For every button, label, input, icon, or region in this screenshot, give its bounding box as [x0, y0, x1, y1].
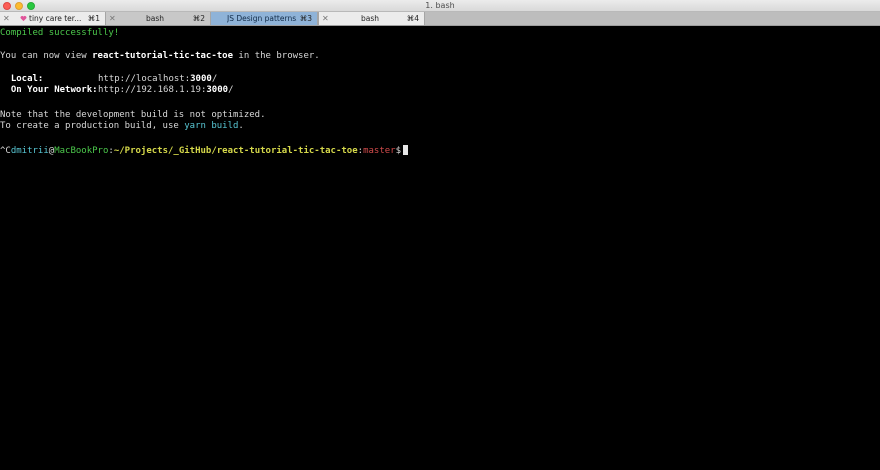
tab-label: JS Design patterns... — [227, 14, 297, 23]
view-prefix: You can now view — [0, 51, 93, 61]
tab-shortcut: ⌘2 — [192, 14, 205, 23]
terminal-output[interactable]: Compiled successfully! You can now view … — [0, 26, 880, 470]
tab-2[interactable]: ✕ bash ⌘2 — [106, 12, 211, 25]
prompt-user: dmitrii — [10, 146, 49, 156]
shell-prompt[interactable]: ^Cdmitrii@MacBookPro:~/Projects/_GitHub/… — [0, 145, 409, 156]
local-url-prefix: http://localhost: — [98, 74, 191, 84]
network-label: On Your Network: — [10, 85, 98, 95]
tab-4[interactable]: ✕ bash ⌘4 — [318, 12, 425, 25]
tab-bar: ✕ tiny care ter... ⌘1 ✕ bash ⌘2 JS Desig… — [0, 12, 880, 26]
window-title: 1. bash — [425, 1, 455, 10]
local-label: Local: — [10, 74, 44, 84]
prompt-path: ~/Projects/_GitHub/react-tutorial-tic-ta… — [113, 146, 358, 156]
build-suffix: . — [238, 121, 244, 131]
tab-label: bash — [361, 14, 380, 23]
compiled-message: Compiled successfully! — [0, 28, 120, 38]
network-line: On Your Network: — [0, 85, 98, 96]
local-line: Local: — [0, 74, 44, 85]
network-url[interactable]: http://192.168.1.19:3000/ — [98, 85, 233, 96]
build-line: To create a production build, use yarn b… — [0, 121, 244, 132]
note-line: Note that the development build is not o… — [0, 110, 266, 120]
tab-label: tiny care ter... — [29, 14, 82, 23]
build-prefix: To create a production build, use — [0, 121, 185, 131]
prompt-branch: master — [363, 146, 396, 156]
view-line: You can now view react-tutorial-tic-tac-… — [0, 51, 320, 62]
view-suffix: in the browser. — [233, 51, 320, 61]
local-url-suffix: / — [211, 74, 218, 84]
network-port: 3000 — [206, 85, 229, 95]
window-titlebar: 1. bash — [0, 0, 880, 12]
build-command: yarn build — [184, 121, 239, 131]
network-url-suffix: / — [228, 85, 234, 95]
tab-shortcut: ⌘4 — [406, 14, 419, 23]
close-icon[interactable]: ✕ — [109, 12, 116, 25]
heart-icon — [20, 15, 27, 22]
tab-1[interactable]: ✕ tiny care ter... ⌘1 — [0, 12, 106, 25]
prompt-interrupt: ^C — [0, 146, 11, 156]
text-cursor — [403, 145, 409, 155]
tab-shortcut: ⌘3 — [299, 14, 312, 23]
app-name: react-tutorial-tic-tac-toe — [92, 51, 234, 61]
tab-label: bash — [146, 14, 165, 23]
local-url[interactable]: http://localhost:3000/ — [98, 74, 217, 85]
close-icon[interactable]: ✕ — [322, 12, 329, 25]
close-icon[interactable]: ✕ — [3, 12, 10, 25]
tab-shortcut: ⌘1 — [87, 14, 100, 23]
prompt-host: MacBookPro — [54, 146, 109, 156]
prompt-dollar: $ — [395, 146, 402, 156]
local-port: 3000 — [190, 74, 212, 84]
tab-3[interactable]: JS Design patterns... ⌘3 — [211, 12, 318, 25]
network-url-prefix: http://192.168.1.19: — [98, 85, 207, 95]
